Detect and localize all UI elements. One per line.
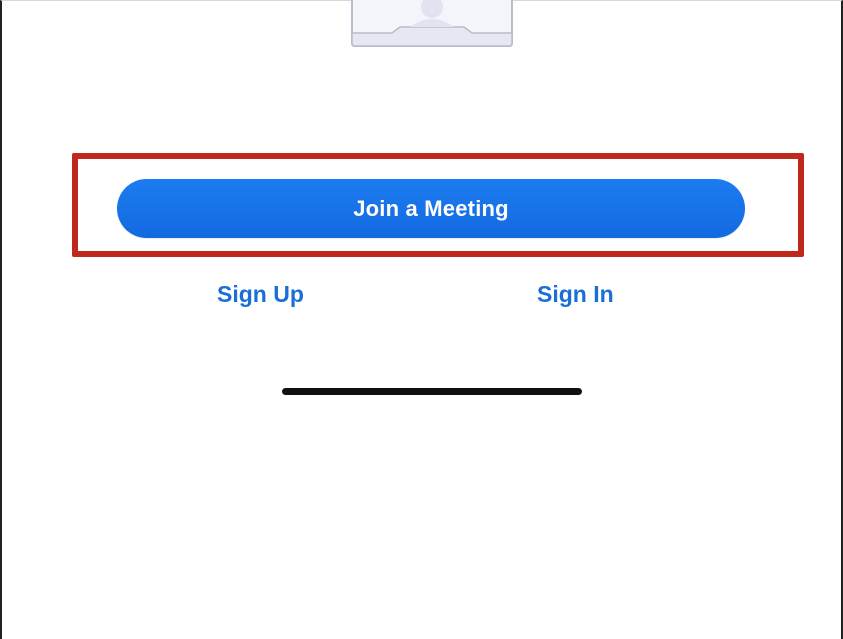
video-meeting-illustration-icon	[343, 0, 521, 47]
join-meeting-button[interactable]: Join a Meeting	[117, 179, 745, 238]
sign-in-link[interactable]: Sign In	[537, 279, 614, 309]
home-indicator	[282, 388, 582, 395]
app-screen: Join a Meeting Sign Up Sign In	[0, 0, 843, 639]
sign-up-link[interactable]: Sign Up	[217, 279, 304, 309]
